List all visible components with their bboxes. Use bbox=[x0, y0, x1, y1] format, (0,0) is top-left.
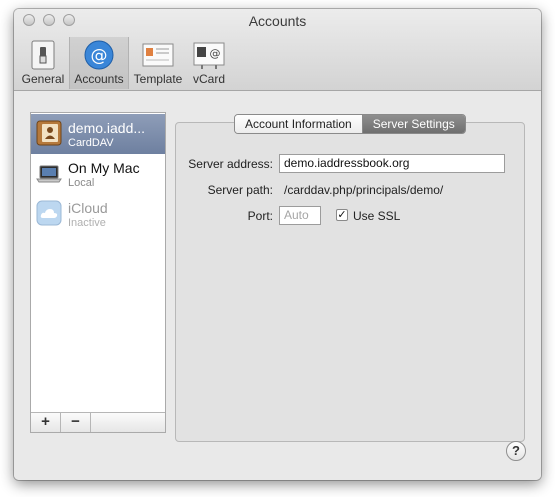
server-address-label: Server address: bbox=[188, 157, 273, 171]
account-type: Local bbox=[68, 177, 95, 189]
laptop-icon bbox=[36, 165, 62, 183]
account-name: iCloud bbox=[68, 200, 108, 216]
toolbar-vcard-label: vCard bbox=[192, 72, 225, 86]
account-name: On My Mac bbox=[68, 160, 140, 176]
add-account-button[interactable]: + bbox=[31, 413, 61, 432]
toolbar-general[interactable]: General bbox=[20, 37, 66, 89]
accounts-preferences-window: Accounts General @ Accounts Template @ v… bbox=[14, 9, 541, 480]
template-card-icon bbox=[142, 43, 174, 67]
vcard-icon: @ bbox=[193, 42, 225, 69]
tab-server-settings[interactable]: Server Settings bbox=[362, 115, 465, 133]
account-list-footer: + − bbox=[31, 412, 165, 432]
remove-account-button[interactable]: − bbox=[61, 413, 91, 432]
server-address-field[interactable]: demo.iaddressbook.org bbox=[279, 154, 505, 173]
toolbar-accounts-label: Accounts bbox=[74, 72, 124, 86]
help-button[interactable]: ? bbox=[506, 441, 526, 461]
use-ssl-checkbox[interactable]: ✓ bbox=[336, 209, 348, 221]
account-list[interactable]: demo.iadd... CardDAV On My Mac Local iCl… bbox=[30, 112, 166, 433]
account-item-icloud[interactable]: iCloud Inactive bbox=[31, 194, 165, 234]
window-title: Accounts bbox=[248, 13, 307, 29]
server-path-value: /carddav.php/principals/demo/ bbox=[284, 183, 444, 197]
title-bar: Accounts General @ Accounts Template @ v… bbox=[14, 9, 541, 91]
switch-icon bbox=[31, 40, 55, 70]
preferences-content: demo.iadd... CardDAV On My Mac Local iCl… bbox=[14, 91, 541, 480]
toolbar-vcard[interactable]: @ vCard bbox=[188, 37, 230, 89]
cloud-icon bbox=[36, 200, 62, 226]
account-type: CardDAV bbox=[68, 137, 114, 149]
account-type: Inactive bbox=[68, 217, 106, 229]
use-ssl-label: Use SSL bbox=[353, 209, 401, 223]
at-sign-icon: @ bbox=[84, 40, 114, 70]
toolbar-general-label: General bbox=[21, 72, 65, 86]
svg-text:@: @ bbox=[91, 46, 108, 66]
server-path-label: Server path: bbox=[207, 183, 273, 197]
toolbar-accounts[interactable]: @ Accounts bbox=[69, 37, 129, 89]
svg-text:@: @ bbox=[210, 47, 221, 60]
account-name: demo.iadd... bbox=[68, 120, 146, 136]
toolbar-template[interactable]: Template bbox=[132, 37, 184, 89]
address-book-icon bbox=[36, 120, 62, 146]
port-field[interactable]: Auto bbox=[279, 206, 321, 225]
account-item-local[interactable]: On My Mac Local bbox=[31, 154, 165, 194]
tab-account-information[interactable]: Account Information bbox=[235, 115, 363, 133]
port-label: Port: bbox=[247, 209, 273, 223]
settings-tab-control: Account Information Server Settings bbox=[234, 114, 466, 134]
toolbar-template-label: Template bbox=[133, 72, 183, 86]
account-item-carddav[interactable]: demo.iadd... CardDAV bbox=[31, 114, 165, 154]
